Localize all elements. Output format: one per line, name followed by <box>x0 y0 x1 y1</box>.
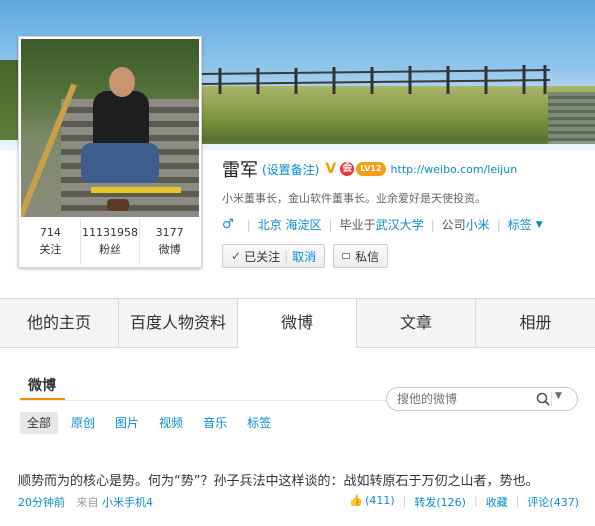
divider <box>551 392 552 406</box>
male-icon: ♂ <box>222 217 234 232</box>
divider: | <box>473 494 478 507</box>
divider: | <box>284 249 289 263</box>
message-icon <box>342 253 351 259</box>
filter-original[interactable]: 原创 <box>64 412 102 434</box>
profile-name: 雷军 <box>222 160 258 181</box>
feed-title: 微博 <box>28 378 56 394</box>
stat-posts-count: 3177 <box>155 226 184 239</box>
company-prefix: 公司 <box>441 218 466 232</box>
chevron-down-icon[interactable]: ▼ <box>536 220 543 230</box>
thumbs-up-icon: 👍 <box>349 494 364 507</box>
post-actions: 👍 (411) | 转发(126) | 收藏 | 评论(437) <box>349 494 579 510</box>
stat-following[interactable]: 714 关注 <box>21 219 81 265</box>
location-link[interactable]: 北京 海淀区 <box>258 216 322 233</box>
divider: | <box>328 217 333 232</box>
post-source-link[interactable]: 小米手机4 <box>102 496 153 509</box>
followed-label: 已关注 <box>244 249 281 264</box>
followed-button[interactable]: ✓ 已关注 | 取消 <box>222 244 326 268</box>
unfollow-link[interactable]: 取消 <box>292 248 316 265</box>
school-link[interactable]: 武汉大学 <box>376 216 424 233</box>
feed-title-underline <box>20 398 65 400</box>
divider: | <box>515 494 520 507</box>
verified-badge-icon[interactable]: V <box>323 162 338 176</box>
filter-videos[interactable]: 视频 <box>152 412 190 434</box>
profile-actions: ✓ 已关注 | 取消 私信 <box>222 244 396 268</box>
avatar[interactable] <box>21 39 199 217</box>
cover-stairs <box>548 92 595 144</box>
divider: | <box>430 217 435 232</box>
favorite-button[interactable]: 收藏 <box>486 494 508 510</box>
post-meta: 20分钟前 来自 小米手机4 <box>18 494 153 510</box>
stat-posts[interactable]: 3177 微博 <box>140 219 199 265</box>
stat-followers-label: 粉丝 <box>99 243 121 256</box>
feed-search-input[interactable] <box>397 391 527 407</box>
stat-followers-count: 11131958 <box>82 226 138 239</box>
stats-bar: 714 关注 11131958 粉丝 3177 微博 <box>21 219 199 265</box>
avatar-figure-shoe <box>107 199 129 211</box>
stat-followers[interactable]: 11131958 粉丝 <box>81 219 141 265</box>
set-remark-link[interactable]: (设置备注) <box>262 161 319 178</box>
message-label: 私信 <box>355 249 380 264</box>
tab-albums[interactable]: 相册 <box>476 299 595 347</box>
profile-name-row: 雷军 (设置备注) V 会 LV12 http://weibo.com/leij… <box>222 156 517 182</box>
company-link[interactable]: 小米 <box>466 216 490 233</box>
repost-button[interactable]: 转发(126) <box>414 494 466 510</box>
tab-homepage[interactable]: 他的主页 <box>0 299 119 347</box>
post-text: 顺势而为的核心是势。何为“势”？孙子兵法中这样谈的：战如转原石于万仞之山者，势也… <box>18 474 539 489</box>
tab-baidu-profile[interactable]: 百度人物资料 <box>119 299 238 347</box>
divider: | <box>496 217 501 232</box>
stat-posts-label: 微博 <box>158 243 181 256</box>
profile-tabs: 他的主页 百度人物资料 微博 文章 相册 <box>0 298 595 348</box>
stat-following-label: 关注 <box>39 243 62 256</box>
message-button[interactable]: 私信 <box>333 244 389 268</box>
member-badge-icon[interactable]: 会 <box>340 162 355 176</box>
divider: | <box>246 217 251 232</box>
comment-button[interactable]: 评论(437) <box>527 494 579 510</box>
avatar-figure-shirt <box>93 91 149 149</box>
chevron-down-icon[interactable]: ▼ <box>555 391 562 401</box>
feed-filters: 全部 原创 图片 视频 音乐 标签 <box>20 412 284 434</box>
avatar-card: 714 关注 11131958 粉丝 3177 微博 <box>18 36 202 268</box>
tab-articles[interactable]: 文章 <box>357 299 476 347</box>
check-icon: ✓ <box>231 249 242 263</box>
feed-search: ▼ <box>386 387 578 411</box>
cover-fence <box>200 65 550 94</box>
avatar-figure-head <box>109 67 135 97</box>
filter-tags[interactable]: 标签 <box>240 412 278 434</box>
education-prefix: 毕业于 <box>339 218 376 232</box>
post-source-prefix: 来自 <box>76 496 99 509</box>
like-button[interactable]: 👍 (411) <box>349 494 394 510</box>
avatar-figure-legs <box>81 143 159 183</box>
filter-images[interactable]: 图片 <box>108 412 146 434</box>
tab-weibo[interactable]: 微博 <box>238 298 357 348</box>
filter-music[interactable]: 音乐 <box>196 412 234 434</box>
profile-url-link[interactable]: http://weibo.com/leijun <box>391 163 518 176</box>
profile-meta-row: ♂ | 北京 海淀区 | 毕业于 武汉大学 | 公司 小米 | 标签 ▼ <box>222 216 543 233</box>
profile-bio: 小米董事长，金山软件董事长。业余爱好是天使投资。 <box>222 192 486 205</box>
divider: | <box>402 494 407 507</box>
like-count: (411) <box>365 494 395 507</box>
avatar-step-edge <box>91 187 181 193</box>
tags-dropdown[interactable]: 标签 <box>508 216 532 233</box>
filter-all[interactable]: 全部 <box>20 412 59 434</box>
stat-following-count: 714 <box>39 226 61 239</box>
level-badge[interactable]: LV12 <box>356 162 386 176</box>
search-icon[interactable] <box>536 392 550 406</box>
post-time-link[interactable]: 20分钟前 <box>18 496 65 509</box>
